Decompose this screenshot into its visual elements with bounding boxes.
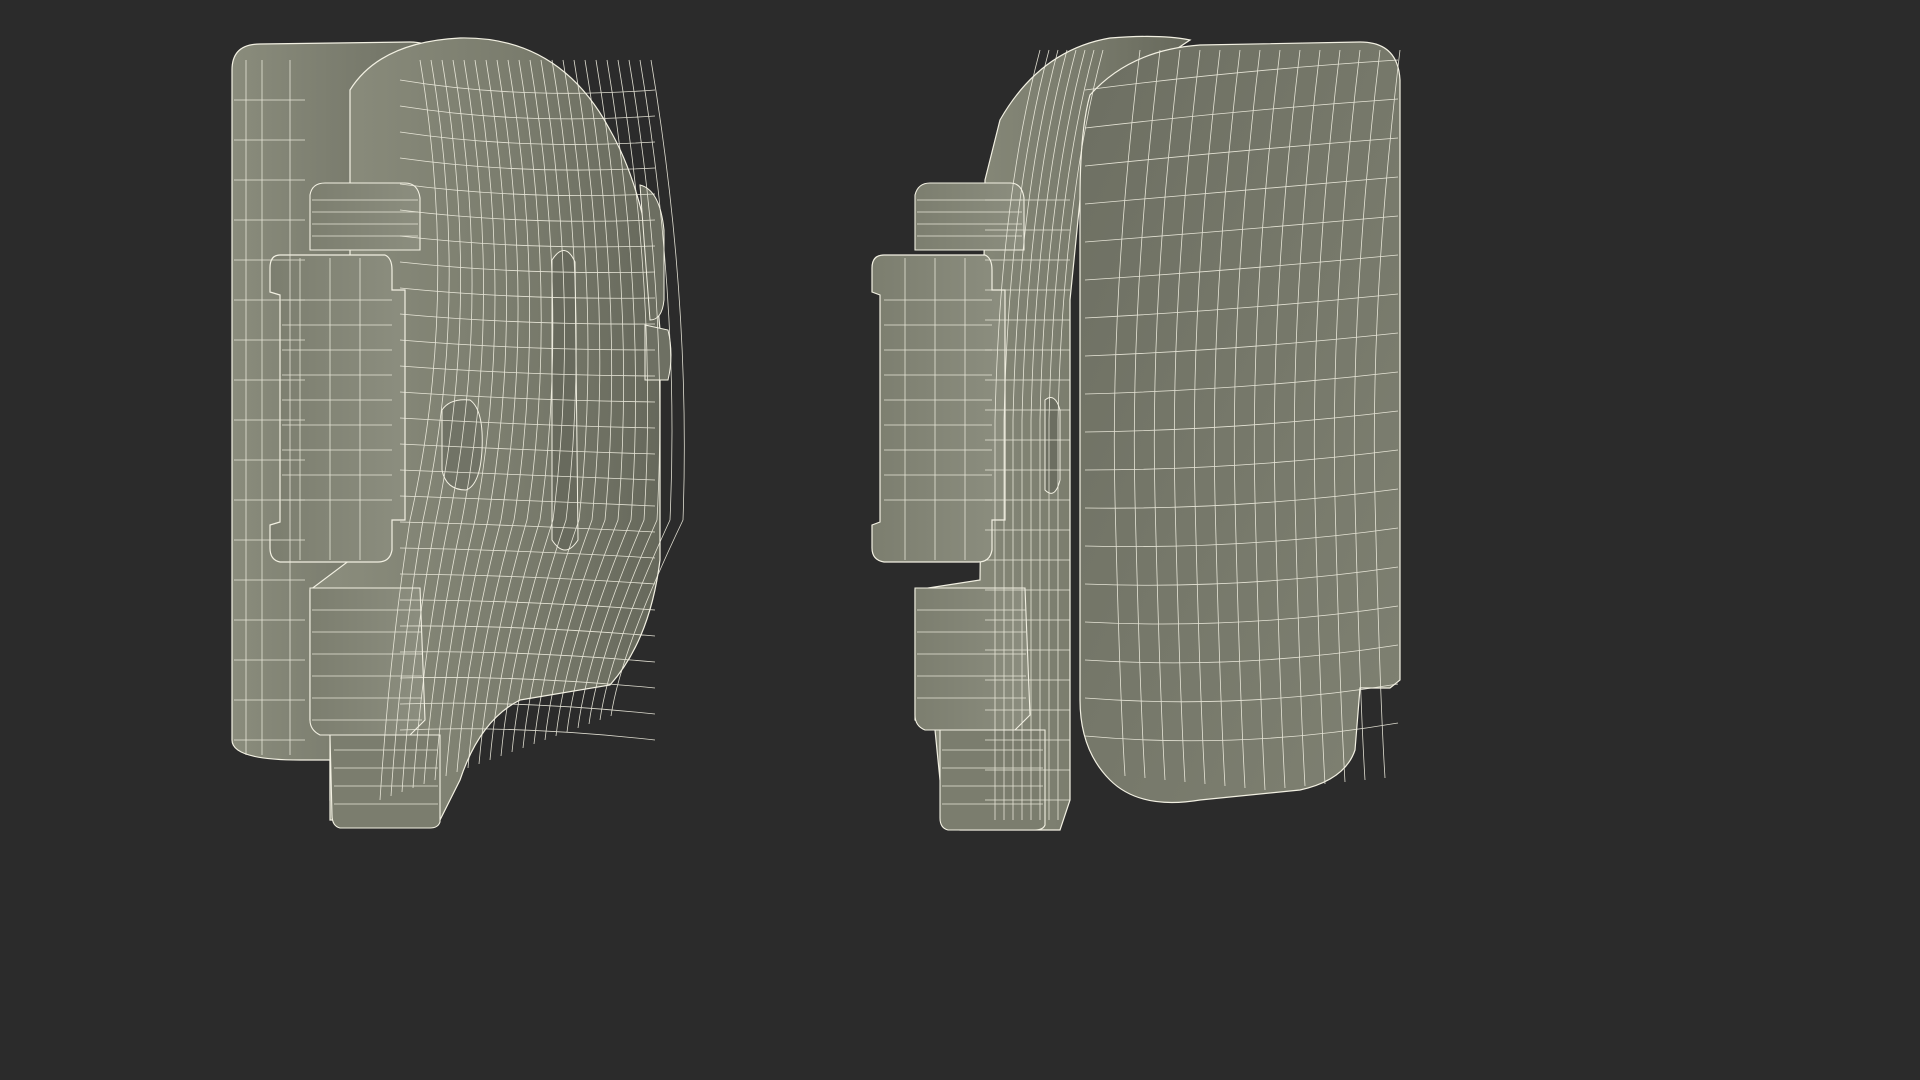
pad-tab-right	[871, 254, 1006, 563]
bottom-foot-left	[329, 734, 441, 829]
top-tab-left	[309, 182, 421, 251]
brake-pad-model-left	[231, 37, 685, 829]
render-viewport	[0, 0, 1568, 882]
bottom-foot-right	[939, 729, 1046, 831]
top-tab-right	[914, 182, 1025, 251]
back-plate-right	[1079, 41, 1401, 804]
center-nub-left	[441, 399, 483, 491]
brake-pad-model-right	[871, 35, 1401, 831]
wireframe-render	[231, 35, 1401, 831]
